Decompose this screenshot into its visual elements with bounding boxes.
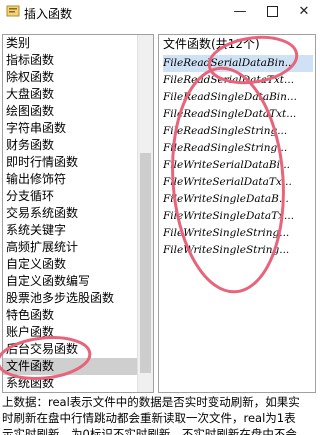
category-item[interactable]: 即时行情函数: [3, 154, 138, 171]
category-item[interactable]: 文件函数: [3, 358, 138, 375]
category-item[interactable]: 字符串函数: [3, 120, 138, 137]
category-item[interactable]: 股票池多步选股函数: [3, 290, 138, 307]
function-list-header: 文件函数(共12个): [163, 37, 260, 51]
category-item[interactable]: 指标函数: [3, 52, 138, 69]
description-area: 上数据：real表示文件中的数据是否实时变动刷新，如果实 时刷新在盘中行情跳动都…: [2, 394, 316, 435]
category-item[interactable]: 绘图函数: [3, 103, 138, 120]
function-list: FileReadSerialDataBin... FileReadSerialDa…: [163, 55, 313, 259]
function-item[interactable]: FileWriteSerialDataTx...: [163, 174, 313, 191]
window-title: 插入函数: [24, 7, 73, 21]
title-bar: 插入函数 — ✕: [0, 0, 316, 24]
function-item[interactable]: FileReadSingleDataBin...: [163, 89, 313, 106]
category-item[interactable]: 特色函数: [3, 307, 138, 324]
description-line: 示实时刷新，为0标识不实时刷新，不实时刷新在盘中不会: [2, 427, 297, 435]
function-item[interactable]: FileWriteSingleString...: [163, 242, 313, 259]
app-icon: [6, 5, 20, 17]
category-item[interactable]: 自定义函数: [3, 256, 138, 273]
category-panel: 类别 指标函数 除权函数 大盘函数 绘图函数 字符串函数 财务函数 即时行情函数 输出修饰符分…: [2, 34, 154, 393]
function-item[interactable]: FileReadSingleString...: [163, 123, 313, 140]
category-item[interactable]: 除权函数: [3, 69, 138, 86]
description-line: 上数据：real表示文件中的数据是否实时变动刷新，如果实: [2, 395, 300, 409]
function-item[interactable]: FileWriteSingleDataB...: [163, 191, 313, 208]
maximize-icon: [266, 6, 278, 17]
category-item[interactable]: 高频扩展统计: [3, 239, 138, 256]
category-item[interactable]: 分支循环: [3, 188, 138, 205]
minimize-button[interactable]: —: [226, 2, 254, 22]
function-item[interactable]: FileWriteSerialDataBi...: [163, 157, 313, 174]
category-list: 类别 指标函数 除权函数 大盘函数 绘图函数 字符串函数 财务函数 即时行情函数 输出修饰符分…: [3, 35, 138, 392]
category-item[interactable]: 自定义函数编写: [3, 273, 138, 290]
category-item[interactable]: 系统关键字: [3, 222, 138, 239]
function-item[interactable]: FileWriteSingleString...: [163, 225, 313, 242]
category-scrollbar[interactable]: [137, 35, 153, 392]
function-item[interactable]: FileReadSingleDataTxt...: [163, 106, 313, 123]
function-item[interactable]: FileWriteSingleDataTx...: [163, 208, 313, 225]
category-item[interactable]: 交易系统函数: [3, 205, 138, 222]
category-item[interactable]: 系统函数: [3, 375, 138, 392]
maximize-button[interactable]: [258, 2, 286, 22]
category-item[interactable]: 后台交易函数: [3, 341, 138, 358]
category-item[interactable]: 账户函数: [3, 324, 138, 341]
function-item[interactable]: FileReadSingleString...: [163, 140, 313, 157]
category-header: 类别: [6, 36, 31, 50]
description-line: 时刷新在盘中行情跳动都会重新读取一次文件，real为1表: [2, 411, 296, 425]
function-item[interactable]: FileReadSerialDataBin...: [163, 55, 313, 72]
category-item[interactable]: 财务函数: [3, 137, 138, 154]
category-item[interactable]: 大盘函数: [3, 86, 138, 103]
function-item[interactable]: FileReadSerialDataTxt...: [163, 72, 313, 89]
function-panel: 文件函数(共12个) FileReadSerialDataBin... FileR…: [158, 34, 316, 393]
category-item[interactable]: 输出修饰符: [3, 171, 138, 188]
close-button[interactable]: ✕: [290, 2, 318, 22]
scrollbar-thumb[interactable]: [140, 153, 151, 373]
